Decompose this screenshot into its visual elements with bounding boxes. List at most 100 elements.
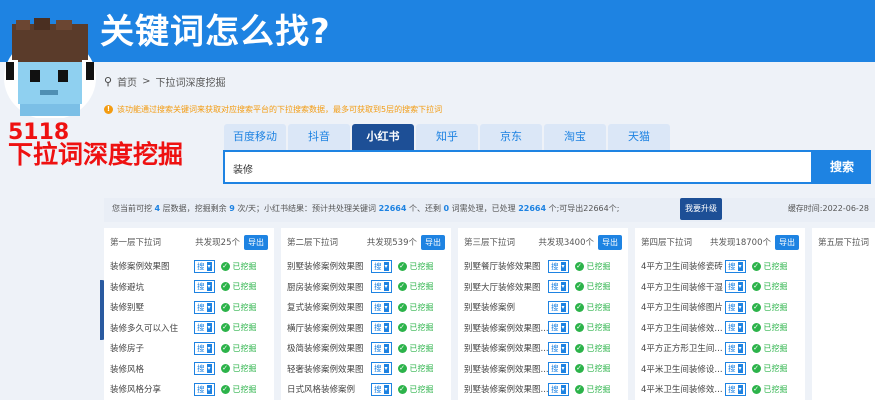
keyword-text[interactable]: 别墅装修案例效果图... [464,342,548,354]
export-button[interactable]: 导出 [421,234,445,250]
search-dropdown[interactable]: 搜 ▾ [725,259,746,273]
search-dropdown[interactable]: 搜 ▾ [725,362,746,376]
tab-jd[interactable]: 京东 [480,124,542,150]
mined-status: 已挖掘 [763,323,788,333]
keyword-row: 别墅装修案例效果图... 搜 ▾ ✓ 已挖掘 [458,359,628,380]
cache-time: 缓存时间:2022-06-28 [787,204,869,213]
keyword-text[interactable]: 横厅装修案例效果图 [287,322,371,334]
keyword-row: 别墅装修案例效果图... 搜 ▾ ✓ 已挖掘 [458,318,628,339]
upgrade-button[interactable]: 我要升级 [680,198,722,220]
search-dropdown[interactable]: 搜 ▾ [548,280,569,294]
chevron-down-icon: ▾ [383,384,389,394]
search-dropdown[interactable]: 搜 ▾ [725,321,746,335]
tab-taobao[interactable]: 淘宝 [544,124,606,150]
keyword-text[interactable]: 别墅装修案例效果图... [464,363,548,375]
keyword-text[interactable]: 装修房子 [110,342,194,354]
keyword-row: 装修多久可以入住搜 ▾ ✓ 已挖掘 [104,318,274,339]
breadcrumb-home[interactable]: 首页 [117,74,137,89]
search-dropdown[interactable]: 搜 ▾ [371,280,392,294]
search-dropdown[interactable]: 搜 ▾ [371,259,392,273]
keyword-text[interactable]: 别墅装修案例效果图... [464,322,548,334]
keyword-text[interactable]: 别墅装修案例效果图 [287,260,371,272]
mined-status: 已挖掘 [586,282,611,292]
keyword-text[interactable]: 别墅大厅装修效果图 [464,281,548,293]
search-button[interactable]: 搜索 [813,150,871,184]
check-circle-icon: ✓ [397,364,407,374]
export-button[interactable]: 导出 [598,234,622,250]
export-button[interactable]: 导出 [775,234,799,250]
search-dropdown[interactable]: 搜 ▾ [548,382,569,396]
tab-tmall[interactable]: 天猫 [608,124,670,150]
chevron-down-icon: ▾ [383,323,389,333]
keyword-text[interactable]: 4平方卫生间装修图片 [641,301,725,313]
search-dropdown[interactable]: 搜 ▾ [548,362,569,376]
mined-status: 已挖掘 [232,343,257,353]
keyword-text[interactable]: 4平米卫生间装修设... [641,363,725,375]
keyword-text[interactable]: 装修别墅 [110,301,194,313]
search-dropdown-label: 搜 [374,282,382,292]
tab-xiaohongshu[interactable]: 小红书 [352,124,414,150]
keyword-text[interactable]: 别墅装修案例效果图... [464,383,548,395]
keyword-text[interactable]: 别墅装修案例 [464,301,548,313]
search-dropdown[interactable]: 搜 ▾ [194,280,215,294]
keyword-text[interactable]: 极简装修案例效果图 [287,342,371,354]
mined-status: 已挖掘 [586,364,611,374]
keyword-row: 厨房装修案例效果图搜 ▾ ✓ 已挖掘 [281,277,451,298]
search-dropdown[interactable]: 搜 ▾ [548,321,569,335]
keyword-text[interactable]: 轻奢装修案例效果图 [287,363,371,375]
keyword-text[interactable]: 4平米卫生间装修效... [641,383,725,395]
check-circle-icon: ✓ [751,384,761,394]
check-circle-icon: ✓ [397,343,407,353]
notice: ! 该功能通过搜索关键词来获取对应搜索平台的下拉搜索数据，最多可获取到5层的搜索… [104,104,442,115]
keyword-text[interactable]: 装修风格分享 [110,383,194,395]
keyword-text[interactable]: 装修避坑 [110,281,194,293]
keyword-row: 装修别墅搜 ▾ ✓ 已挖掘 [104,297,274,318]
search-dropdown[interactable]: 搜 ▾ [194,300,215,314]
search-dropdown[interactable]: 搜 ▾ [725,382,746,396]
check-circle-icon: ✓ [751,302,761,312]
column-header: 第三层下拉词 共发现3400个 导出 [458,228,628,256]
chevron-down-icon: ▾ [206,302,212,312]
search-dropdown[interactable]: 搜 ▾ [194,362,215,376]
keyword-text[interactable]: 4平方卫生间装修干湿 [641,281,725,293]
tab-zhihu[interactable]: 知乎 [416,124,478,150]
keyword-text[interactable]: 复式装修案例效果图 [287,301,371,313]
search-dropdown[interactable]: 搜 ▾ [725,280,746,294]
search-dropdown[interactable]: 搜 ▾ [725,300,746,314]
mined-status: 已挖掘 [409,343,434,353]
search-dropdown[interactable]: 搜 ▾ [548,259,569,273]
search-dropdown[interactable]: 搜 ▾ [548,300,569,314]
chevron-down-icon: ▾ [560,384,566,394]
keyword-row: 极简装修案例效果图搜 ▾ ✓ 已挖掘 [281,338,451,359]
keyword-row: 别墅装修案例效果图搜 ▾ ✓ 已挖掘 [281,256,451,277]
search-dropdown[interactable]: 搜 ▾ [371,362,392,376]
keyword-text[interactable]: 日式风格装修案例 [287,383,371,395]
search-dropdown[interactable]: 搜 ▾ [371,382,392,396]
keyword-row: 4平米卫生间装修设... 搜 ▾ ✓ 已挖掘 [635,359,805,380]
search-dropdown[interactable]: 搜 ▾ [371,300,392,314]
tab-baidu-mobile[interactable]: 百度移动 [224,124,286,150]
search-input[interactable] [231,152,805,184]
export-button[interactable]: 导出 [244,234,268,250]
keyword-text[interactable]: 4平方卫生间装修瓷砖 [641,260,725,272]
keyword-text[interactable]: 4平方正方形卫生间... [641,342,725,354]
keyword-text[interactable]: 别墅餐厅装修效果图 [464,260,548,272]
keyword-text[interactable]: 4平方卫生间装修效... [641,322,725,334]
keyword-text[interactable]: 装修案例效果图 [110,260,194,272]
keyword-text[interactable]: 厨房装修案例效果图 [287,281,371,293]
search-dropdown[interactable]: 搜 ▾ [194,321,215,335]
search-dropdown-label: 搜 [197,384,205,394]
keyword-text[interactable]: 装修多久可以入住 [110,322,194,334]
search-dropdown-label: 搜 [197,323,205,333]
chevron-down-icon: ▾ [737,384,743,394]
search-dropdown[interactable]: 搜 ▾ [371,321,392,335]
tab-douyin[interactable]: 抖音 [288,124,350,150]
keyword-text[interactable]: 装修风格 [110,363,194,375]
search-dropdown[interactable]: 搜 ▾ [548,341,569,355]
column-title: 第一层下拉词 [110,238,162,248]
search-dropdown[interactable]: 搜 ▾ [371,341,392,355]
search-dropdown[interactable]: 搜 ▾ [725,341,746,355]
search-dropdown[interactable]: 搜 ▾ [194,259,215,273]
search-dropdown[interactable]: 搜 ▾ [194,382,215,396]
search-dropdown[interactable]: 搜 ▾ [194,341,215,355]
